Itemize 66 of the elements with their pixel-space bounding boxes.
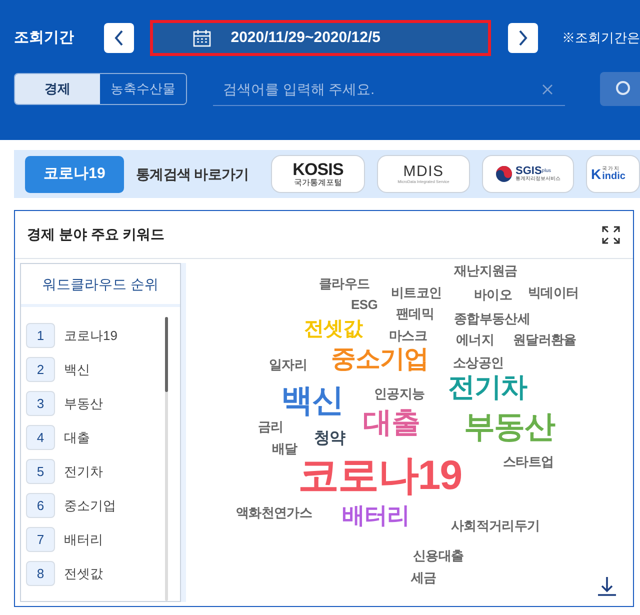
date-range-text: 2020/11/29~2020/12/5 bbox=[230, 28, 380, 48]
cloud-keyword[interactable]: 청약 bbox=[314, 431, 346, 447]
cloud-keyword[interactable]: 비트코인 bbox=[391, 286, 442, 299]
cloud-keyword[interactable]: 세금 bbox=[411, 571, 436, 584]
cloud-keyword[interactable]: 백신 bbox=[281, 384, 344, 416]
rank-badge: 8 bbox=[26, 561, 55, 586]
cloud-keyword[interactable]: 금리 bbox=[258, 420, 284, 433]
cloud-keyword[interactable]: 빅데이터 bbox=[528, 286, 579, 299]
cloud-keyword[interactable]: 재난지원금 bbox=[454, 264, 518, 277]
cloud-keyword[interactable]: 일자리 bbox=[269, 358, 308, 371]
cloud-keyword[interactable]: 에너지 bbox=[456, 333, 494, 346]
previous-button[interactable] bbox=[104, 23, 134, 53]
download-icon[interactable] bbox=[597, 576, 617, 596]
category-tab[interactable]: 경제 bbox=[15, 74, 100, 104]
rank-keyword[interactable]: 백신 bbox=[64, 360, 90, 380]
rank-keyword[interactable]: 대출 bbox=[64, 428, 90, 448]
scrollbar-thumb[interactable] bbox=[165, 317, 168, 392]
rank-keyword[interactable]: 배터리 bbox=[64, 530, 103, 550]
ranking-title: 워드클라우드 순위 bbox=[42, 274, 158, 294]
next-button[interactable] bbox=[508, 23, 538, 53]
rank-keyword[interactable]: 전셋값 bbox=[64, 564, 103, 584]
rank-keyword[interactable]: 전기차 bbox=[64, 462, 103, 482]
rank-keyword[interactable]: 중소기업 bbox=[64, 496, 116, 516]
search-icon bbox=[614, 81, 630, 97]
cloud-keyword[interactable]: 스타트업 bbox=[503, 455, 554, 468]
cloud-keyword[interactable]: 신용대출 bbox=[413, 549, 464, 562]
covid-button[interactable]: 코로나19 bbox=[25, 156, 124, 192]
search-button[interactable] bbox=[600, 72, 640, 106]
expand-icon[interactable] bbox=[601, 224, 621, 244]
period-note: ※조회기간은 bbox=[562, 29, 640, 48]
chevron-right-icon bbox=[518, 30, 528, 46]
cloud-keyword[interactable]: 사회적거리두기 bbox=[451, 519, 540, 532]
shortcut-title: 통계검색 바로가기 bbox=[136, 164, 250, 184]
calendar-icon bbox=[192, 30, 211, 46]
cloud-keyword[interactable]: 원달러환율 bbox=[513, 333, 576, 346]
date-range-field[interactable]: 2020/11/29~2020/12/5 bbox=[150, 20, 492, 56]
cloud-keyword[interactable]: 바이오 bbox=[474, 288, 512, 301]
panel-title: 경제 분야 주요 키워드 bbox=[27, 225, 165, 244]
search-field[interactable]: 검색어를 입력해 주세요. bbox=[212, 72, 566, 106]
rank-badge: 7 bbox=[26, 527, 55, 552]
rank-badge: 5 bbox=[26, 459, 55, 484]
cloud-keyword[interactable]: ESG bbox=[351, 298, 378, 311]
cloud-keyword[interactable]: 코로나19 bbox=[298, 455, 462, 496]
cloud-keyword[interactable]: 액화천연가스 bbox=[236, 506, 312, 519]
cloud-keyword[interactable]: 대출 bbox=[363, 409, 420, 438]
cloud-keyword[interactable]: 팬데믹 bbox=[396, 307, 434, 320]
chevron-left-icon bbox=[114, 30, 124, 46]
cloud-keyword[interactable]: 배달 bbox=[272, 442, 298, 455]
clear-icon[interactable] bbox=[542, 84, 554, 95]
taegeuk-icon bbox=[496, 166, 512, 182]
rank-badge: 4 bbox=[26, 425, 55, 450]
cloud-keyword[interactable]: 종합부동산세 bbox=[454, 312, 530, 325]
rank-badge: 2 bbox=[26, 357, 55, 382]
rank-badge: 6 bbox=[26, 493, 55, 518]
cloud-keyword[interactable]: 인공지능 bbox=[374, 387, 425, 400]
kosis-link[interactable]: KOSIS 국가통계포털 bbox=[271, 155, 365, 193]
cloud-keyword[interactable]: 배터리 bbox=[342, 504, 410, 527]
cloud-keyword[interactable]: 소상공인 bbox=[453, 356, 504, 369]
cloud-keyword[interactable]: 마스크 bbox=[389, 329, 428, 342]
rank-badge: 1 bbox=[26, 323, 55, 348]
cloud-keyword[interactable]: 클라우드 bbox=[319, 277, 370, 290]
period-label: 조회기간 bbox=[14, 28, 75, 48]
rank-keyword[interactable]: 부동산 bbox=[64, 394, 103, 414]
rank-badge: 3 bbox=[26, 391, 55, 416]
cloud-keyword[interactable]: 전기차 bbox=[448, 374, 527, 401]
rank-keyword[interactable]: 코로나19 bbox=[64, 326, 118, 346]
